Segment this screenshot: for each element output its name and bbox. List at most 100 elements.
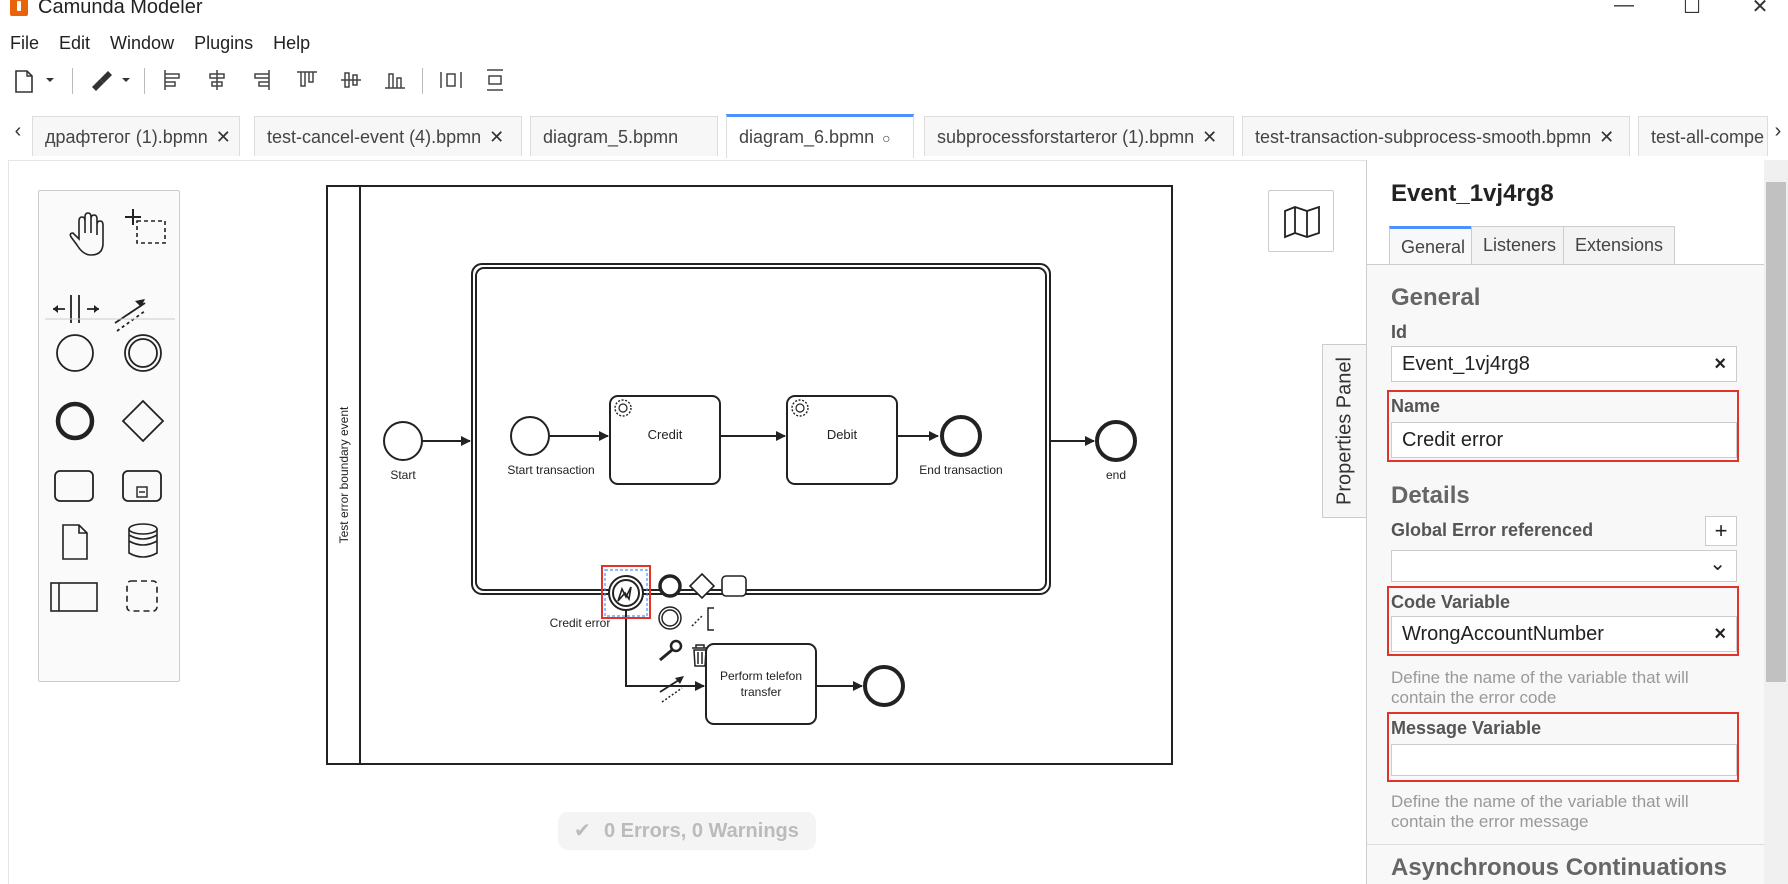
telefon-end-event[interactable] bbox=[863, 665, 905, 707]
tab-file-1[interactable]: драфтегог (1).bpmn ✕ bbox=[32, 116, 240, 156]
append-intermediate-event-icon[interactable] bbox=[658, 606, 682, 630]
distribute-vertical-button[interactable] bbox=[478, 62, 512, 98]
message-variable-field[interactable] bbox=[1391, 744, 1737, 776]
start-event-tool-icon[interactable] bbox=[56, 334, 94, 372]
palette-tools bbox=[45, 209, 175, 612]
end-event-tool-icon[interactable] bbox=[55, 401, 95, 441]
data-store-tool-icon[interactable] bbox=[128, 523, 158, 558]
toolbar bbox=[0, 62, 1788, 102]
tool-palette bbox=[38, 190, 180, 682]
start-event[interactable] bbox=[383, 421, 423, 461]
group-tool-icon[interactable] bbox=[126, 580, 158, 612]
tab-listeners[interactable]: Listeners bbox=[1471, 226, 1569, 264]
menu-edit[interactable]: Edit bbox=[49, 30, 100, 60]
minimize-icon[interactable]: — bbox=[1604, 0, 1644, 18]
add-error-button[interactable]: + bbox=[1705, 516, 1737, 546]
end-event[interactable] bbox=[1095, 420, 1137, 462]
map-icon bbox=[1284, 205, 1320, 239]
tab-file-active[interactable]: diagram_6.bpmn ○ bbox=[726, 114, 914, 158]
properties-panel: Event_1vj4rg8 General Listeners Extensio… bbox=[1366, 160, 1764, 884]
id-field[interactable]: Event_1vj4rg8 × bbox=[1391, 346, 1737, 382]
align-center-icon bbox=[209, 70, 225, 90]
tab-file-3[interactable]: diagram_5.bpmn bbox=[530, 116, 718, 156]
tab-label: diagram_6.bpmn bbox=[739, 127, 875, 147]
align-left-button[interactable] bbox=[156, 62, 190, 98]
paint-format-button[interactable] bbox=[86, 62, 134, 98]
clear-code-icon[interactable]: × bbox=[1714, 617, 1726, 651]
menu-plugins[interactable]: Plugins bbox=[184, 30, 263, 60]
section-details-title: Details bbox=[1391, 482, 1470, 509]
intermediate-event-tool-icon[interactable] bbox=[124, 334, 162, 372]
tab-bar: ‹ драфтегог (1).bpmn ✕ test-cancel-event … bbox=[0, 112, 1788, 158]
subprocess-tool-icon[interactable] bbox=[122, 470, 162, 502]
align-right-icon bbox=[254, 70, 270, 90]
maximize-icon[interactable]: ☐ bbox=[1672, 0, 1712, 18]
menu-help[interactable]: Help bbox=[263, 30, 320, 60]
name-value: Credit error bbox=[1402, 429, 1504, 451]
end-transaction-event[interactable] bbox=[940, 415, 982, 457]
tab-label: test-transaction-subprocess-smooth.bpmn bbox=[1255, 127, 1592, 147]
close-icon[interactable]: ✕ bbox=[1740, 0, 1780, 18]
pool-tool-icon[interactable] bbox=[50, 582, 98, 612]
code-variable-field[interactable]: WrongAccountNumber × bbox=[1391, 616, 1737, 652]
toolbar-separator bbox=[422, 68, 423, 94]
lasso-tool-icon[interactable] bbox=[125, 209, 166, 244]
align-bottom-icon bbox=[385, 73, 405, 89]
distribute-horizontal-icon bbox=[440, 72, 462, 88]
data-object-tool-icon[interactable] bbox=[62, 524, 88, 560]
tab-label: test-cancel-event (4).bpmn bbox=[267, 127, 482, 147]
align-center-button[interactable] bbox=[200, 62, 234, 98]
error-boundary-event[interactable] bbox=[608, 575, 644, 611]
bpmn-diagram[interactable]: Test error boundary event Start Start tr… bbox=[320, 180, 1180, 780]
global-error-select[interactable]: ⌄ bbox=[1391, 550, 1737, 582]
task-tool-icon[interactable] bbox=[54, 470, 94, 502]
tab-close-icon[interactable]: ✕ bbox=[489, 127, 504, 147]
tab-scroll-right-icon[interactable]: › bbox=[1770, 120, 1786, 143]
start-transaction-event[interactable] bbox=[510, 416, 550, 456]
unsaved-dot-icon[interactable]: ○ bbox=[882, 130, 890, 146]
append-end-event-icon[interactable] bbox=[658, 574, 682, 598]
telefon-task-label-line1: Perform telefon bbox=[720, 669, 802, 683]
clear-id-icon[interactable]: × bbox=[1714, 347, 1726, 381]
append-task-icon[interactable] bbox=[721, 575, 747, 597]
tab-scroll-left-icon[interactable]: ‹ bbox=[10, 120, 26, 143]
properties-scrollbar-thumb[interactable] bbox=[1766, 182, 1786, 682]
tab-file-5[interactable]: subprocessforstarteror (1).bpmn ✕ bbox=[924, 116, 1234, 156]
tab-extensions[interactable]: Extensions bbox=[1563, 226, 1676, 264]
id-label: Id bbox=[1391, 322, 1407, 342]
align-left-icon bbox=[164, 70, 180, 90]
align-right-button[interactable] bbox=[244, 62, 278, 98]
title-bar: Camunda Modeler — ☐ ✕ bbox=[0, 0, 1788, 22]
minimap-toggle-button[interactable] bbox=[1268, 190, 1334, 252]
properties-panel-toggle[interactable]: Properties Panel bbox=[1322, 344, 1366, 518]
tab-close-icon[interactable]: ✕ bbox=[1202, 127, 1217, 147]
end-event-label: end bbox=[1106, 468, 1126, 482]
align-middle-icon bbox=[341, 72, 361, 88]
tab-close-icon[interactable]: ✕ bbox=[216, 127, 231, 147]
tab-file-7[interactable]: test-all-compe bbox=[1638, 116, 1768, 156]
distribute-horizontal-button[interactable] bbox=[434, 62, 468, 98]
tab-label: драфтегог (1).bpmn bbox=[45, 127, 208, 147]
menu-file[interactable]: File bbox=[0, 30, 49, 60]
align-middle-button[interactable] bbox=[334, 62, 368, 98]
distribute-vertical-icon bbox=[487, 69, 503, 91]
align-top-icon bbox=[297, 71, 317, 87]
tab-file-6[interactable]: test-transaction-subprocess-smooth.bpmn ✕ bbox=[1242, 116, 1630, 156]
tab-file-2[interactable]: test-cancel-event (4).bpmn ✕ bbox=[254, 116, 522, 156]
code-variable-help: Define the name of the variable that wil… bbox=[1391, 668, 1689, 707]
telefon-transfer-task[interactable] bbox=[705, 643, 817, 725]
gateway-tool-icon[interactable] bbox=[121, 399, 165, 443]
new-file-button[interactable] bbox=[12, 62, 58, 98]
global-connect-tool-icon[interactable] bbox=[114, 299, 146, 332]
message-variable-help: Define the name of the variable that wil… bbox=[1391, 792, 1689, 831]
align-bottom-button[interactable] bbox=[378, 62, 412, 98]
section-async-title: Asynchronous Continuations bbox=[1391, 854, 1727, 881]
tab-label: subprocessforstarteror (1).bpmn bbox=[937, 127, 1195, 147]
tab-close-icon[interactable]: ✕ bbox=[1599, 127, 1614, 147]
lint-status-badge[interactable]: ✔ 0 Errors, 0 Warnings bbox=[558, 812, 816, 850]
name-field[interactable]: Credit error bbox=[1391, 422, 1737, 458]
align-top-button[interactable] bbox=[290, 62, 324, 98]
menu-window[interactable]: Window bbox=[100, 30, 184, 60]
tab-general[interactable]: General bbox=[1389, 226, 1478, 264]
hand-tool-icon[interactable] bbox=[69, 212, 104, 256]
